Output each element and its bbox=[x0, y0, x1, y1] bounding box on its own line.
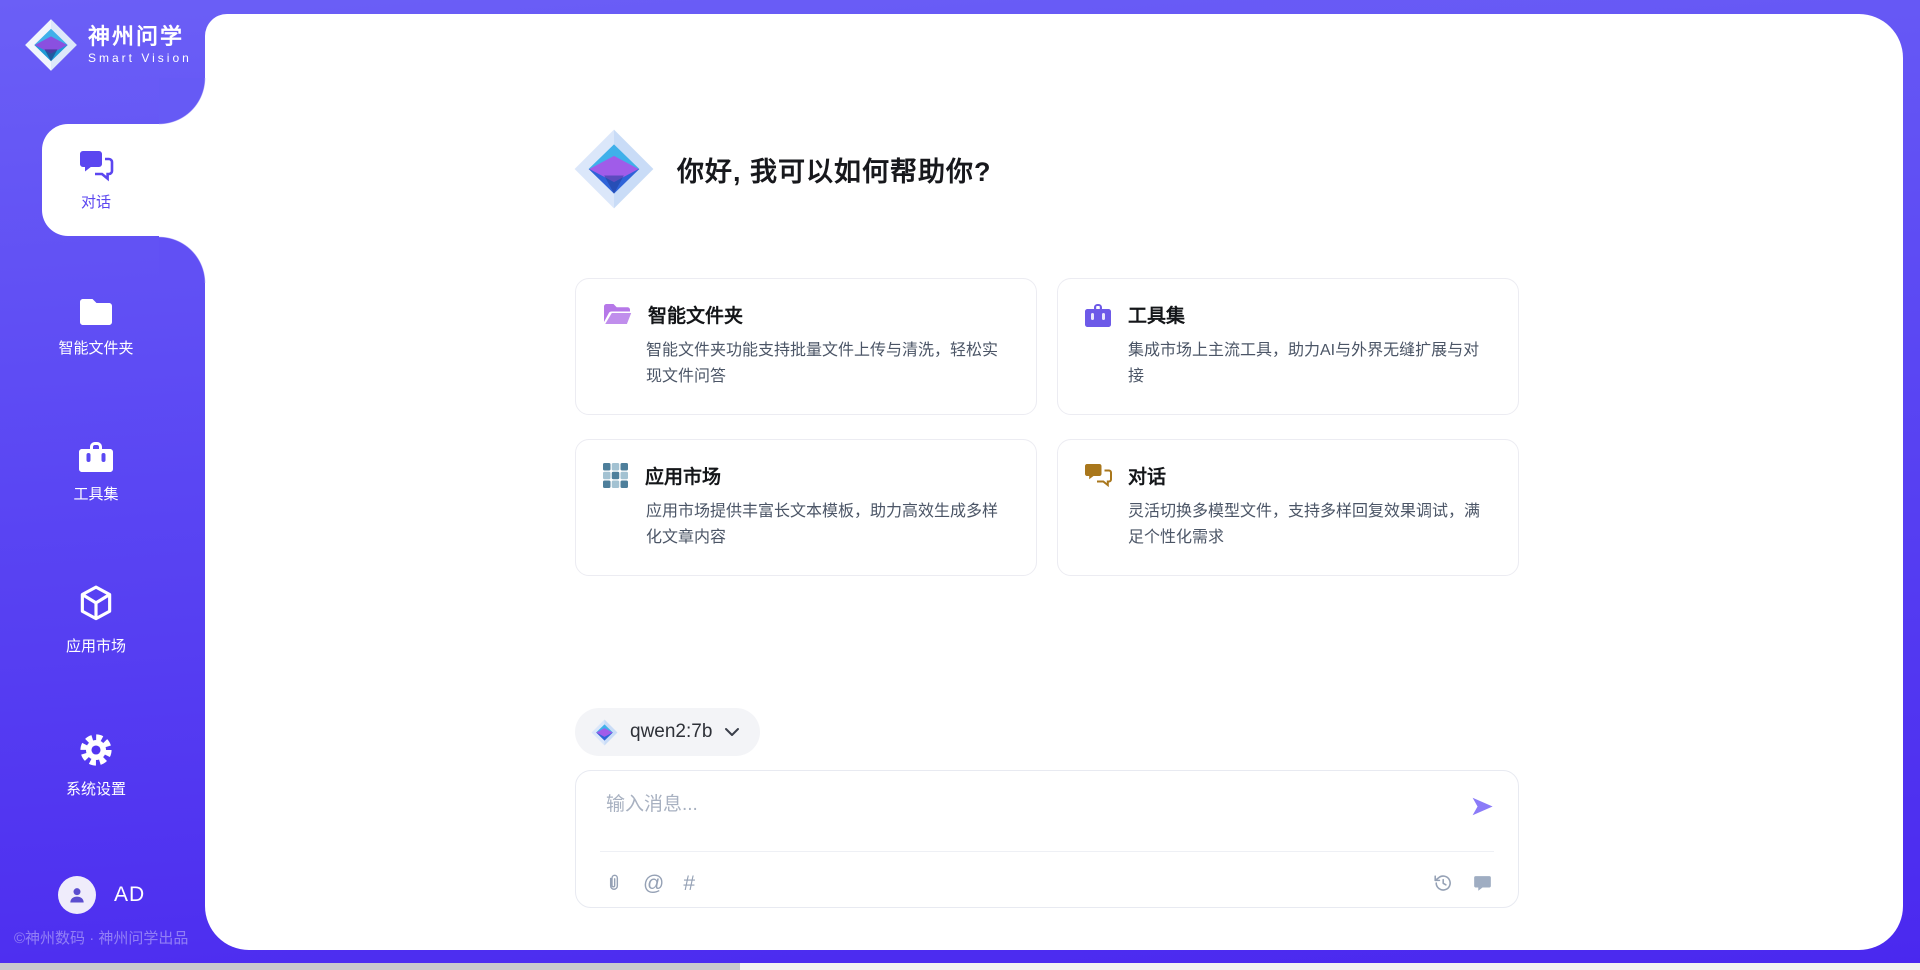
paperclip-icon bbox=[604, 872, 624, 894]
hash-icon: # bbox=[683, 872, 695, 895]
card-description: 智能文件夹功能支持批量文件上传与清洗，轻松实现文件问答 bbox=[646, 338, 1010, 390]
sidebar-footer-text: ©神州数码 · 神州问学出品 bbox=[14, 927, 188, 948]
attach-button[interactable] bbox=[604, 872, 624, 894]
card-chat[interactable]: 对话 灵活切换多模型文件，支持多样回复效果调试，满足个性化需求 bbox=[1057, 439, 1519, 576]
folder-icon bbox=[77, 296, 115, 328]
briefcase-icon bbox=[77, 440, 115, 474]
cube-icon bbox=[77, 584, 115, 626]
sidebar-item-label: 应用市场 bbox=[66, 635, 126, 656]
model-selector[interactable]: qwen2:7b bbox=[575, 708, 760, 756]
briefcase-icon bbox=[1084, 302, 1112, 328]
sidebar-item-toolset[interactable]: 工具集 bbox=[0, 440, 192, 504]
sidebar-item-smart-folder[interactable]: 智能文件夹 bbox=[0, 296, 192, 358]
main-panel: 你好, 我可以如何帮助你? 智能文件夹 智能文件夹功能支持批量文件上传与清洗，轻… bbox=[205, 14, 1903, 950]
horizontal-scrollbar bbox=[0, 963, 1920, 970]
card-app-market[interactable]: 应用市场 应用市场提供丰富长文本模板，助力高效生成多样化文章内容 bbox=[575, 439, 1037, 576]
card-description: 集成市场上主流工具，助力AI与外界无缝扩展与对接 bbox=[1128, 338, 1492, 390]
gear-icon bbox=[77, 731, 115, 769]
at-icon: @ bbox=[643, 872, 664, 895]
brand-name: 神州问学 bbox=[88, 24, 192, 49]
composer-right-tools bbox=[1432, 872, 1494, 894]
feature-cards: 智能文件夹 智能文件夹功能支持批量文件上传与清洗，轻松实现文件问答 工具集 集成… bbox=[575, 278, 1519, 576]
chevron-down-icon bbox=[724, 727, 740, 737]
page-title: 你好, 我可以如何帮助你? bbox=[677, 150, 992, 189]
user-account[interactable]: AD bbox=[58, 876, 145, 914]
composer: @ # bbox=[575, 770, 1519, 908]
greeting-block: 你好, 我可以如何帮助你? bbox=[573, 128, 992, 210]
sidebar-item-label: 工具集 bbox=[73, 483, 118, 504]
person-icon bbox=[67, 885, 87, 905]
brand-logo: 神州问学 Smart Vision bbox=[24, 18, 192, 72]
active-nav-fillet-bottom bbox=[159, 236, 206, 283]
folder-open-icon bbox=[602, 302, 632, 328]
composer-divider bbox=[600, 851, 1494, 852]
quick-chat-button[interactable] bbox=[1471, 872, 1494, 894]
chat-bubbles-icon bbox=[1084, 462, 1112, 488]
sidebar-item-settings[interactable]: 系统设置 bbox=[0, 731, 192, 799]
mention-button[interactable]: @ bbox=[643, 873, 664, 894]
diamond-logo-icon bbox=[591, 719, 618, 746]
send-button[interactable] bbox=[1469, 793, 1496, 823]
sidebar-item-label: 智能文件夹 bbox=[58, 337, 133, 358]
avatar bbox=[58, 876, 96, 914]
active-nav-fillet-top bbox=[159, 78, 206, 125]
sidebar-item-label: 对话 bbox=[81, 191, 111, 212]
message-input[interactable] bbox=[604, 787, 1428, 845]
card-title: 应用市场 bbox=[645, 462, 721, 489]
composer-toolbar: @ # bbox=[604, 872, 695, 894]
topic-button[interactable]: # bbox=[683, 873, 695, 894]
horizontal-scrollbar-thumb[interactable] bbox=[0, 963, 740, 970]
sidebar-item-chat[interactable]: 对话 bbox=[0, 148, 192, 212]
diamond-logo-icon bbox=[24, 18, 78, 72]
history-icon bbox=[1432, 872, 1454, 894]
card-title: 智能文件夹 bbox=[648, 301, 743, 328]
chat-bubble-icon bbox=[1471, 872, 1494, 894]
sidebar-item-app-market[interactable]: 应用市场 bbox=[0, 584, 192, 656]
card-description: 应用市场提供丰富长文本模板，助力高效生成多样化文章内容 bbox=[646, 499, 1010, 551]
send-icon bbox=[1469, 793, 1496, 820]
card-description: 灵活切换多模型文件，支持多样回复效果调试，满足个性化需求 bbox=[1128, 499, 1492, 551]
brand-subtitle: Smart Vision bbox=[88, 52, 192, 66]
card-toolset[interactable]: 工具集 集成市场上主流工具，助力AI与外界无缝扩展与对接 bbox=[1057, 278, 1519, 415]
card-title: 工具集 bbox=[1128, 301, 1185, 328]
grid-cube-icon bbox=[602, 462, 629, 489]
sidebar-item-label: 系统设置 bbox=[66, 778, 126, 799]
history-button[interactable] bbox=[1432, 872, 1454, 894]
chat-bubbles-icon bbox=[78, 148, 114, 182]
model-name: qwen2:7b bbox=[630, 721, 712, 743]
card-smart-folder[interactable]: 智能文件夹 智能文件夹功能支持批量文件上传与清洗，轻松实现文件问答 bbox=[575, 278, 1037, 415]
card-title: 对话 bbox=[1128, 462, 1166, 489]
diamond-logo-icon bbox=[573, 128, 655, 210]
user-initials: AD bbox=[114, 883, 145, 907]
